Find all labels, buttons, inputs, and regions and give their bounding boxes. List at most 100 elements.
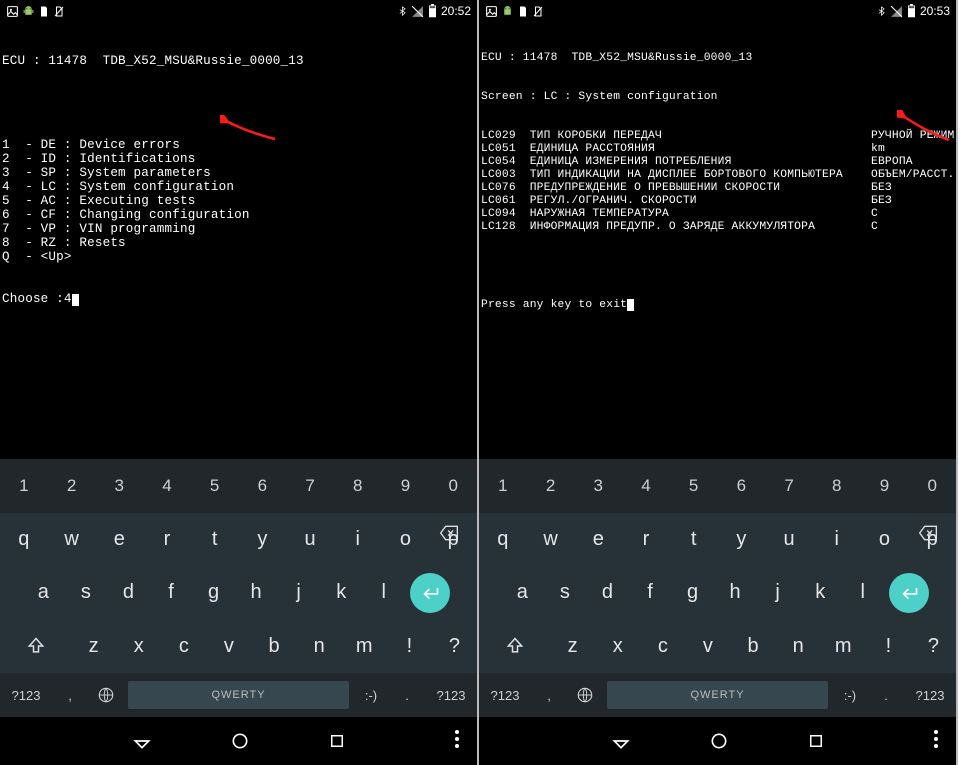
- key-c[interactable]: c: [161, 620, 206, 674]
- symbol-key-right[interactable]: ?123: [425, 688, 477, 703]
- key-d[interactable]: d: [107, 566, 150, 620]
- key-k[interactable]: k: [799, 566, 842, 620]
- key-l[interactable]: l: [363, 566, 406, 620]
- key-o[interactable]: o: [861, 513, 909, 567]
- key-b[interactable]: b: [730, 620, 775, 674]
- key-y[interactable]: y: [718, 513, 766, 567]
- key-b[interactable]: b: [251, 620, 296, 674]
- key-5[interactable]: 5: [191, 459, 239, 513]
- key-m[interactable]: m: [342, 620, 387, 674]
- key-2[interactable]: 2: [48, 459, 96, 513]
- key-m[interactable]: m: [821, 620, 866, 674]
- nav-home[interactable]: [709, 731, 729, 751]
- symbol-key[interactable]: ?123: [479, 688, 531, 703]
- key-r[interactable]: r: [143, 513, 191, 567]
- backspace-key[interactable]: [906, 523, 950, 543]
- nav-recent[interactable]: [328, 732, 346, 750]
- spacebar[interactable]: QWERTY: [128, 681, 349, 709]
- key-4[interactable]: 4: [622, 459, 670, 513]
- key-2[interactable]: 2: [527, 459, 575, 513]
- key-r[interactable]: r: [622, 513, 670, 567]
- key-f[interactable]: f: [629, 566, 672, 620]
- nav-home[interactable]: [230, 731, 250, 751]
- key-f[interactable]: f: [150, 566, 193, 620]
- key-u[interactable]: u: [286, 513, 334, 567]
- shift-key[interactable]: [0, 620, 71, 674]
- backspace-key[interactable]: [427, 523, 471, 543]
- key-o[interactable]: o: [382, 513, 430, 567]
- nav-back[interactable]: [132, 731, 152, 751]
- key-x[interactable]: x: [595, 620, 640, 674]
- key-6[interactable]: 6: [239, 459, 287, 513]
- key-y[interactable]: y: [239, 513, 287, 567]
- key-j[interactable]: j: [756, 566, 799, 620]
- key-?[interactable]: ?: [911, 620, 956, 674]
- key-k[interactable]: k: [320, 566, 363, 620]
- comma-key[interactable]: ,: [531, 688, 567, 703]
- key-n[interactable]: n: [776, 620, 821, 674]
- terminal[interactable]: ECU : 11478 TDB_X52_MSU&Russie_0000_13 S…: [479, 22, 956, 459]
- key-v[interactable]: v: [206, 620, 251, 674]
- key-4[interactable]: 4: [143, 459, 191, 513]
- enter-key[interactable]: [410, 573, 450, 613]
- dot-key[interactable]: .: [389, 688, 425, 703]
- key-z[interactable]: z: [71, 620, 116, 674]
- terminal[interactable]: ECU : 11478 TDB_X52_MSU&Russie_0000_13 1…: [0, 22, 477, 459]
- dot-key[interactable]: .: [868, 688, 904, 703]
- key-3[interactable]: 3: [574, 459, 622, 513]
- key-7[interactable]: 7: [286, 459, 334, 513]
- key-8[interactable]: 8: [813, 459, 861, 513]
- shift-key[interactable]: [479, 620, 550, 674]
- nav-menu[interactable]: [934, 730, 938, 753]
- emoji-key[interactable]: :-): [353, 688, 389, 703]
- key-h[interactable]: h: [714, 566, 757, 620]
- key-g[interactable]: g: [192, 566, 235, 620]
- symbol-key[interactable]: ?123: [0, 688, 52, 703]
- nav-back[interactable]: [611, 731, 631, 751]
- key-w[interactable]: w: [527, 513, 575, 567]
- key-q[interactable]: q: [0, 513, 48, 567]
- nav-recent[interactable]: [807, 732, 825, 750]
- key-d[interactable]: d: [586, 566, 629, 620]
- key-i[interactable]: i: [813, 513, 861, 567]
- key-e[interactable]: e: [95, 513, 143, 567]
- key-1[interactable]: 1: [0, 459, 48, 513]
- key-1[interactable]: 1: [479, 459, 527, 513]
- key-9[interactable]: 9: [382, 459, 430, 513]
- key-6[interactable]: 6: [718, 459, 766, 513]
- key-w[interactable]: w: [48, 513, 96, 567]
- key-a[interactable]: a: [501, 566, 544, 620]
- emoji-key[interactable]: :-): [832, 688, 868, 703]
- key-![interactable]: !: [866, 620, 911, 674]
- globe-key[interactable]: [88, 686, 124, 704]
- comma-key[interactable]: ,: [52, 688, 88, 703]
- key-j[interactable]: j: [277, 566, 320, 620]
- key-s[interactable]: s: [65, 566, 108, 620]
- key-u[interactable]: u: [765, 513, 813, 567]
- key-5[interactable]: 5: [670, 459, 718, 513]
- key-t[interactable]: t: [191, 513, 239, 567]
- key-q[interactable]: q: [479, 513, 527, 567]
- key-v[interactable]: v: [685, 620, 730, 674]
- key-a[interactable]: a: [22, 566, 65, 620]
- key-7[interactable]: 7: [765, 459, 813, 513]
- key-n[interactable]: n: [297, 620, 342, 674]
- nav-menu[interactable]: [455, 730, 459, 753]
- key-e[interactable]: e: [574, 513, 622, 567]
- symbol-key-right[interactable]: ?123: [904, 688, 956, 703]
- globe-key[interactable]: [567, 686, 603, 704]
- key-![interactable]: !: [387, 620, 432, 674]
- key-h[interactable]: h: [235, 566, 278, 620]
- key-l[interactable]: l: [842, 566, 885, 620]
- key-3[interactable]: 3: [95, 459, 143, 513]
- key-g[interactable]: g: [671, 566, 714, 620]
- key-0[interactable]: 0: [429, 459, 477, 513]
- key-9[interactable]: 9: [861, 459, 909, 513]
- key-?[interactable]: ?: [432, 620, 477, 674]
- key-s[interactable]: s: [544, 566, 587, 620]
- key-z[interactable]: z: [550, 620, 595, 674]
- key-i[interactable]: i: [334, 513, 382, 567]
- key-x[interactable]: x: [116, 620, 161, 674]
- key-t[interactable]: t: [670, 513, 718, 567]
- enter-key[interactable]: [889, 573, 929, 613]
